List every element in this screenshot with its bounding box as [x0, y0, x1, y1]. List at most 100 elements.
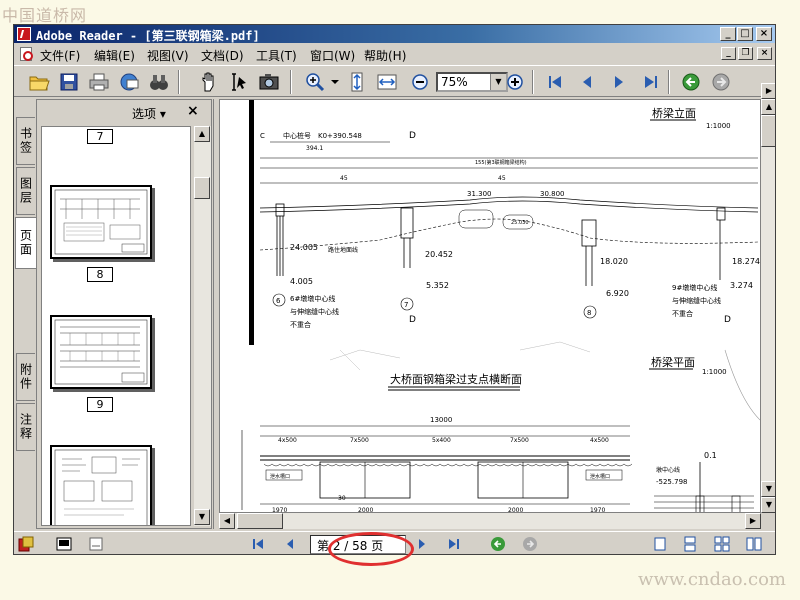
zoom-out-icon[interactable] [409, 71, 431, 93]
select-text-icon[interactable] [228, 71, 250, 93]
go-forward-icon[interactable] [710, 71, 732, 93]
svg-text:不重合: 不重合 [290, 320, 311, 329]
doc-scroll-thumb[interactable] [761, 115, 775, 147]
open-folder-icon[interactable] [28, 71, 50, 93]
single-page-view-icon[interactable] [652, 536, 668, 552]
scroll-thumb[interactable] [194, 177, 210, 199]
svg-text:3.274: 3.274 [730, 281, 753, 290]
svg-text:4x500: 4x500 [590, 437, 609, 444]
svg-text:394.1: 394.1 [306, 145, 323, 152]
close-button[interactable]: × [756, 27, 772, 41]
page-thumbnail-9[interactable] [50, 315, 152, 389]
document-horizontal-scrollbar[interactable]: ◀ ▶ [219, 513, 761, 529]
tab-layers[interactable]: 图层 [16, 167, 35, 215]
site-watermark-top: 中国道桥网 [2, 6, 88, 25]
status-go-forward-icon[interactable] [522, 536, 538, 552]
continuous-facing-view-icon[interactable] [746, 536, 762, 552]
svg-text:0.1: 0.1 [704, 451, 717, 460]
status-next-page-icon[interactable] [414, 536, 430, 552]
svg-text:7x500: 7x500 [510, 437, 529, 444]
doc-scroll-left-arrow-icon[interactable]: ◀ [219, 513, 235, 529]
status-previous-page-icon[interactable] [282, 536, 298, 552]
status-first-page-icon[interactable] [250, 536, 266, 552]
fit-width-icon[interactable] [376, 71, 398, 93]
zoom-level-field[interactable]: 75% ▼ [436, 72, 508, 92]
reader-status-icon[interactable] [18, 536, 34, 552]
svg-text:18.020: 18.020 [600, 257, 628, 266]
svg-text:中心桩号: 中心桩号 [283, 131, 311, 140]
window-title: Adobe Reader - [第三联钢箱梁.pdf] [36, 29, 260, 43]
doc-scroll-right-arrow-icon[interactable]: ▶ [745, 513, 761, 529]
doc-scroll-down-arrow-icon[interactable]: ▼ [761, 481, 775, 497]
menu-tools[interactable]: 工具(T) [256, 47, 297, 64]
status-go-back-icon[interactable] [490, 536, 506, 552]
red-highlight-ellipse [328, 532, 414, 566]
menu-edit[interactable]: 编辑(E) [94, 47, 135, 64]
options-menu-button[interactable]: 选项 ▾ [132, 105, 166, 122]
snapshot-camera-icon[interactable] [258, 71, 280, 93]
tab-comments[interactable]: 注释 [16, 403, 35, 451]
svg-text:155(第3联钢箱梁结构): 155(第3联钢箱梁结构) [475, 159, 527, 166]
previous-page-icon[interactable] [576, 71, 598, 93]
svg-text:6.920: 6.920 [606, 289, 629, 298]
tab-attachments[interactable]: 附件 [16, 353, 35, 401]
fit-height-icon[interactable] [346, 71, 368, 93]
menu-file[interactable]: 文件(F) [40, 47, 80, 64]
zoom-in-tool-icon[interactable] [304, 71, 326, 93]
doc-hscroll-thumb[interactable] [237, 513, 283, 529]
document-view: 桥梁立面 1:1000 C 中心桩号 K0+390.548 394.1 D 15… [219, 99, 761, 513]
page-size-icon[interactable] [56, 536, 72, 552]
first-page-icon[interactable] [544, 71, 566, 93]
svg-text:13000: 13000 [430, 416, 452, 424]
svg-text:-525.798: -525.798 [656, 478, 687, 486]
thumbnail-list: 7 8 9 [41, 126, 191, 526]
facing-view-icon[interactable] [714, 536, 730, 552]
svg-text:18.274: 18.274 [732, 257, 760, 266]
scroll-down-arrow-icon[interactable]: ▼ [194, 509, 210, 525]
doc-close-button[interactable]: × [757, 47, 772, 60]
bridge-drawing: 桥梁立面 1:1000 C 中心桩号 K0+390.548 394.1 D 15… [241, 100, 760, 512]
minimize-button[interactable]: _ [720, 27, 736, 41]
zoom-in-icon[interactable] [504, 71, 526, 93]
menu-document[interactable]: 文档(D) [201, 47, 244, 64]
menu-help[interactable]: 帮助(H) [364, 47, 406, 64]
scroll-up-arrow-icon[interactable]: ▲ [194, 126, 210, 142]
doc-split-arrow-icon[interactable]: ▼ [761, 497, 775, 513]
svg-text:K0+390.548: K0+390.548 [318, 132, 362, 140]
pages-panel-header: 选项 ▾ × [37, 100, 211, 124]
last-page-icon[interactable] [640, 71, 662, 93]
close-panel-button[interactable]: × [187, 103, 199, 119]
print-icon[interactable] [88, 71, 110, 93]
svg-text:8: 8 [587, 309, 591, 317]
hand-tool-icon[interactable] [198, 71, 220, 93]
search-binoculars-icon[interactable] [148, 71, 170, 93]
panel-expand-arrow-icon[interactable]: ▶ [761, 83, 775, 99]
thumbnail-scrollbar[interactable]: ▲ ▼ [194, 126, 211, 526]
email-icon[interactable] [118, 71, 140, 93]
continuous-view-icon[interactable] [682, 536, 698, 552]
tab-pages[interactable]: 页面 [15, 217, 36, 269]
page-label-8: 8 [87, 267, 113, 282]
svg-text:4.005: 4.005 [290, 277, 313, 286]
document-vertical-scrollbar[interactable]: ▲ ▼ ▼ [761, 99, 775, 513]
document-status-icon[interactable] [88, 536, 104, 552]
maximize-button[interactable]: □ [737, 27, 753, 41]
document-icon[interactable] [20, 47, 33, 61]
doc-minimize-button[interactable]: _ [721, 47, 736, 60]
go-back-icon[interactable] [680, 71, 702, 93]
svg-text:20.452: 20.452 [425, 250, 453, 259]
next-page-icon[interactable] [608, 71, 630, 93]
tab-bookmarks[interactable]: 书签 [16, 117, 35, 165]
doc-restore-button[interactable]: ❐ [738, 47, 753, 60]
page-thumbnail-8[interactable] [50, 185, 152, 259]
menu-view[interactable]: 视图(V) [147, 47, 189, 64]
save-icon[interactable] [58, 71, 80, 93]
toolbar: 75% ▼ [14, 65, 775, 97]
elevation-scale: 1:1000 [706, 122, 731, 130]
page-thumbnail-10[interactable] [50, 445, 152, 525]
status-last-page-icon[interactable] [446, 536, 462, 552]
menu-window[interactable]: 窗口(W) [310, 47, 355, 64]
svg-text:D: D [409, 315, 416, 325]
svg-text:25.030: 25.030 [511, 220, 529, 226]
doc-scroll-up-arrow-icon[interactable]: ▲ [761, 99, 775, 115]
